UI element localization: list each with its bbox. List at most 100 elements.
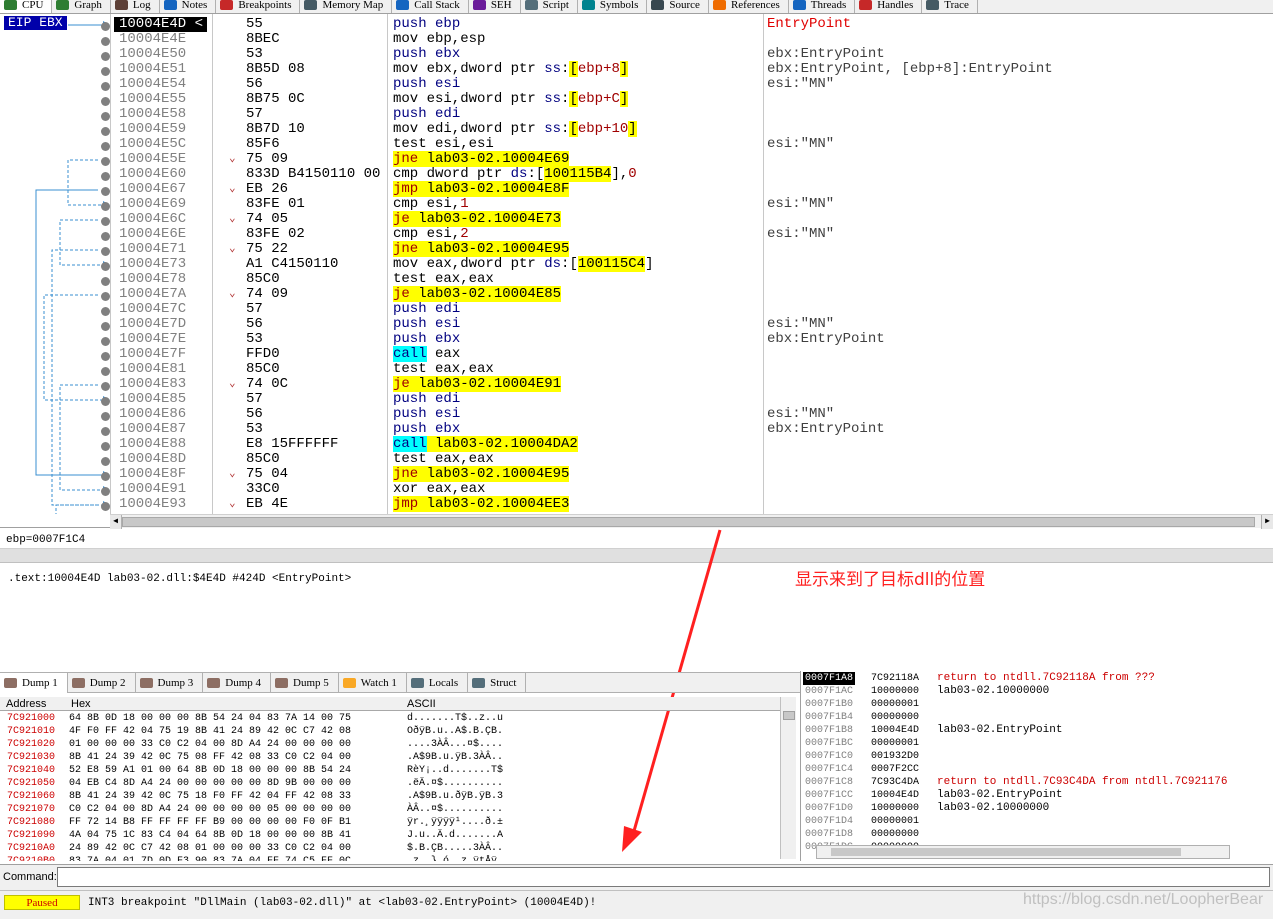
disasm-row[interactable]: 10004E67 ⌄ EB 26 jmp lab03-02.10004E8F (0, 181, 1265, 197)
tab-watch-1[interactable]: Watch 1 (339, 673, 407, 693)
tab-notes[interactable]: Notes (160, 0, 217, 13)
stack-row[interactable]: 0007F1BC 00000001 (801, 737, 1273, 750)
breakpoint-dot-icon[interactable] (101, 352, 110, 361)
disasm-row[interactable]: 10004E71 ⌄ 75 22 jne lab03-02.10004E95 (0, 241, 1265, 257)
stack-row[interactable]: 0007F1D0 10000000 lab03-02.10000000 (801, 802, 1273, 815)
breakpoint-dot-icon[interactable] (101, 487, 110, 496)
disasm-horizontal-scrollbar[interactable]: ◀ ▶ (110, 514, 1273, 529)
breakpoint-dot-icon[interactable] (101, 457, 110, 466)
disasm-row[interactable]: 10004E5E ⌄ 75 09 jne lab03-02.10004E69 (0, 151, 1265, 167)
command-input[interactable] (57, 867, 1270, 887)
breakpoint-dot-icon[interactable] (101, 187, 110, 196)
tab-memory-map[interactable]: Memory Map (300, 0, 393, 13)
breakpoint-dot-icon[interactable] (101, 97, 110, 106)
disasm-row[interactable]: 10004E7E 53 push ebx ebx:EntryPoint (0, 332, 1265, 347)
tab-struct[interactable]: Struct (468, 673, 527, 693)
breakpoint-dot-icon[interactable] (101, 202, 110, 211)
tab-graph[interactable]: Graph (52, 0, 111, 13)
disasm-row[interactable]: 10004E7A ⌄ 74 09 je lab03-02.10004E85 (0, 286, 1265, 302)
dump-row[interactable]: 7C921030 8B 41 24 39 42 0C 75 08 FF 42 08… (0, 751, 780, 764)
tab-handles[interactable]: Handles (855, 0, 923, 13)
breakpoint-dot-icon[interactable] (101, 442, 110, 451)
stack-row[interactable]: 0007F1D4 00000001 (801, 815, 1273, 828)
tab-source[interactable]: Source (647, 0, 709, 13)
dump-row[interactable]: 7C9210A0 24 89 42 0C C7 42 08 01 00 00 00… (0, 842, 780, 855)
scroll-right-icon[interactable]: ▶ (1261, 515, 1273, 529)
stack-row[interactable]: 0007F1A8 7C92118A return to ntdll.7C92118A… (801, 672, 1273, 685)
dump-row[interactable]: 7C921010 4F F0 FF 42 04 75 19 8B 41 24 89… (0, 725, 780, 738)
disasm-row[interactable]: 10004E58 57 push edi (0, 107, 1265, 122)
scroll-thumb[interactable] (122, 517, 1255, 527)
dump-row[interactable]: 7C921050 04 EB C4 8D A4 24 00 00 00 00 00… (0, 777, 780, 790)
disasm-row[interactable]: 10004E6E 83FE 02 cmp esi,2 esi:"MN" (0, 227, 1265, 242)
tab-dump-1[interactable]: Dump 1 (0, 673, 68, 693)
breakpoint-dot-icon[interactable] (101, 337, 110, 346)
dump-row[interactable]: 7C921000 64 8B 0D 18 00 00 00 8B 54 24 04… (0, 712, 780, 725)
tab-call-stack[interactable]: Call Stack (392, 0, 469, 13)
disasm-row[interactable]: 10004E78 85C0 test eax,eax (0, 272, 1265, 287)
breakpoint-dot-icon[interactable] (101, 472, 110, 481)
tab-symbols[interactable]: Symbols (578, 0, 648, 13)
stack-scroll-thumb[interactable] (831, 848, 1181, 856)
breakpoint-dot-icon[interactable] (101, 22, 110, 31)
breakpoint-dot-icon[interactable] (101, 142, 110, 151)
tab-threads[interactable]: Threads (789, 0, 856, 13)
scroll-left-icon[interactable]: ◀ (110, 515, 122, 529)
stack-horizontal-scrollbar[interactable] (816, 845, 1230, 859)
tab-trace[interactable]: Trace (922, 0, 978, 13)
disasm-row[interactable]: 10004E88 E8 15FFFFFF call lab03-02.10004DA… (0, 436, 1265, 452)
breakpoint-dot-icon[interactable] (101, 52, 110, 61)
disasm-row[interactable]: 10004E50 53 push ebx ebx:EntryPoint (0, 47, 1265, 62)
disasm-row[interactable]: 10004E6C ⌄ 74 05 je lab03-02.10004E73 (0, 211, 1265, 227)
breakpoint-dot-icon[interactable] (101, 37, 110, 46)
stack-row[interactable]: 0007F1C4 0007F2CC (801, 763, 1273, 776)
breakpoint-dot-icon[interactable] (101, 82, 110, 91)
disasm-row[interactable]: 10004E91 33C0 xor eax,eax (0, 482, 1265, 497)
cpu-disassembly-panel[interactable]: 10004E4D < 55 push ebp EntryPoint 10004E4E 8B… (0, 14, 1273, 529)
disasm-row[interactable]: 10004E59 8B7D 10 mov edi,dword ptr ss:[ebp… (0, 121, 1265, 137)
tab-log[interactable]: Log (111, 0, 160, 13)
dump-scroll-thumb[interactable] (783, 711, 795, 720)
breakpoint-dot-icon[interactable] (101, 502, 110, 511)
disasm-row[interactable]: 10004E81 85C0 test eax,eax (0, 362, 1265, 377)
tab-references[interactable]: References (709, 0, 789, 13)
disasm-row[interactable]: 10004E55 8B75 0C mov esi,dword ptr ss:[ebp… (0, 91, 1265, 107)
breakpoint-dot-icon[interactable] (101, 247, 110, 256)
breakpoint-dot-icon[interactable] (101, 157, 110, 166)
breakpoint-dot-icon[interactable] (101, 382, 110, 391)
breakpoint-dot-icon[interactable] (101, 412, 110, 421)
disasm-row[interactable]: 10004E7D 56 push esi esi:"MN" (0, 317, 1265, 332)
disasm-row[interactable]: 10004E87 53 push ebx ebx:EntryPoint (0, 422, 1265, 437)
stack-row[interactable]: 0007F1C0 001932D0 (801, 750, 1273, 763)
disasm-row[interactable]: 10004E4E 8BEC mov ebp,esp (0, 32, 1265, 47)
disasm-row[interactable]: 10004E54 56 push esi esi:"MN" (0, 77, 1265, 92)
disasm-row[interactable]: 10004E4D < 55 push ebp EntryPoint (0, 17, 1265, 32)
breakpoint-dot-icon[interactable] (101, 397, 110, 406)
disasm-row[interactable]: 10004E73 A1 C4150110 mov eax,dword ptr ds:… (0, 256, 1265, 272)
stack-row[interactable]: 0007F1D8 00000000 (801, 828, 1273, 841)
stack-row[interactable]: 0007F1CC 10004E4D lab03-02.EntryPoint (801, 789, 1273, 802)
dump-row[interactable]: 7C921060 8B 41 24 39 42 0C 75 18 F0 FF 42… (0, 790, 780, 803)
dump-row[interactable]: 7C921020 01 00 00 00 33 C0 C2 04 00 8D A4… (0, 738, 780, 751)
breakpoint-dot-icon[interactable] (101, 112, 110, 121)
dump-row[interactable]: 7C921090 4A 04 75 1C 83 C4 04 64 8B 0D 18… (0, 829, 780, 842)
tab-dump-2[interactable]: Dump 2 (68, 673, 136, 693)
breakpoint-dot-icon[interactable] (101, 292, 110, 301)
stack-row[interactable]: 0007F1B4 00000000 (801, 711, 1273, 724)
stack-row[interactable]: 0007F1C8 7C93C4DA return to ntdll.7C93C4DA… (801, 776, 1273, 789)
breakpoint-dot-icon[interactable] (101, 67, 110, 76)
breakpoint-dot-icon[interactable] (101, 232, 110, 241)
dump-row[interactable]: 7C9210B0 83 7A 04 01 7D 0D F3 90 83 7A 04… (0, 855, 780, 861)
breakpoint-dot-icon[interactable] (101, 367, 110, 376)
breakpoint-dot-icon[interactable] (101, 172, 110, 181)
breakpoint-dot-icon[interactable] (101, 277, 110, 286)
disasm-row[interactable]: 10004E5C 85F6 test esi,esi esi:"MN" (0, 137, 1265, 152)
disasm-row[interactable]: 10004E8F ⌄ 75 04 jne lab03-02.10004E95 (0, 466, 1265, 482)
tab-script[interactable]: Script (521, 0, 578, 13)
stack-view[interactable]: 0007F1A8 7C92118A return to ntdll.7C92118A… (800, 671, 1273, 861)
tab-breakpoints[interactable]: Breakpoints (216, 0, 301, 13)
breakpoint-dot-icon[interactable] (101, 127, 110, 136)
disasm-row[interactable]: 10004E51 8B5D 08 mov ebx,dword ptr ss:[ebp… (0, 61, 1265, 77)
disasm-row[interactable]: 10004E7C 57 push edi (0, 302, 1265, 317)
breakpoint-dot-icon[interactable] (101, 427, 110, 436)
